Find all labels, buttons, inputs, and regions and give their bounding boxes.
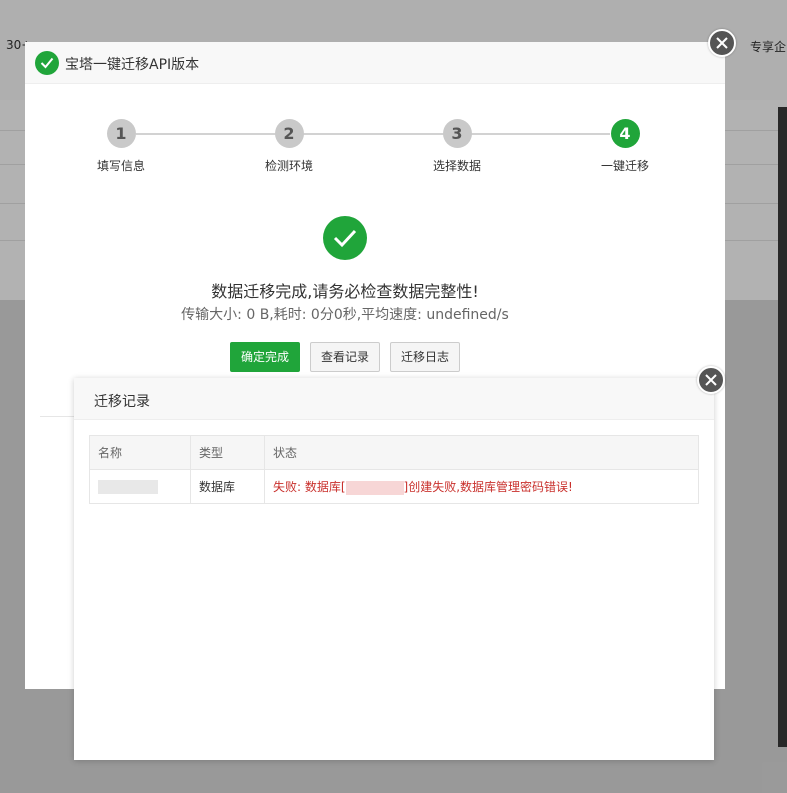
step-2: 2 检测环境 <box>239 119 339 174</box>
table-row: 数据库 失败: 数据库[ ]创建失败,数据库管理密码错误! <box>89 469 699 504</box>
column-header-status: 状态 <box>264 435 699 470</box>
dialog-title: 宝塔一键迁移API版本 <box>65 57 200 73</box>
completion-message: 数据迁移完成,请务必检查数据完整性! <box>211 282 479 301</box>
dialog-header: 宝塔一键迁移API版本 <box>25 42 725 84</box>
migration-record-dialog: 迁移记录 名称 类型 状态 数据库 失败: 数据库[ ]创建失败,数据库管理密码错… <box>74 378 714 760</box>
step-number: 4 <box>610 119 640 148</box>
step-indicator: 1 填写信息 2 检测环境 3 选择数据 4 一键迁移 <box>25 119 725 179</box>
status-text-prefix: 失败: 数据库[ <box>273 480 346 494</box>
step-number: 3 <box>442 119 472 148</box>
record-name-cell <box>89 469 191 504</box>
record-status-cell: 失败: 数据库[ ]创建失败,数据库管理密码错误! <box>264 469 699 504</box>
status-text-suffix: ]创建失败,数据库管理密码错误! <box>403 480 573 494</box>
close-icon[interactable] <box>697 366 725 394</box>
step-connector-line <box>136 133 610 135</box>
step-label: 选择数据 <box>432 159 481 173</box>
success-check-icon <box>323 216 367 260</box>
view-records-button[interactable]: 查看记录 <box>310 342 380 372</box>
record-table: 名称 类型 状态 数据库 失败: 数据库[ ]创建失败,数据库管理密码错误! <box>89 435 699 504</box>
record-type-cell: 数据库 <box>190 469 265 504</box>
redacted-name <box>98 479 158 494</box>
step-number: 1 <box>106 119 136 148</box>
confirm-button[interactable]: 确定完成 <box>230 342 300 372</box>
record-dialog-header: 迁移记录 <box>74 378 714 420</box>
redacted-database-name <box>345 480 404 495</box>
close-icon[interactable] <box>708 29 736 57</box>
column-header-name: 名称 <box>89 435 191 470</box>
step-3: 3 选择数据 <box>407 119 507 174</box>
step-4: 4 一键迁移 <box>575 119 675 174</box>
column-header-type: 类型 <box>190 435 265 470</box>
transfer-stats: 传输大小: 0 B,耗时: 0分0秒,平均速度: undefined/s <box>181 307 509 323</box>
step-label: 检测环境 <box>264 159 313 173</box>
step-label: 一键迁移 <box>600 159 649 173</box>
step-1: 1 填写信息 <box>71 119 171 174</box>
migration-log-button[interactable]: 迁移日志 <box>390 342 460 372</box>
step-number: 2 <box>274 119 304 148</box>
table-header-row: 名称 类型 状态 <box>89 435 699 470</box>
record-dialog-title: 迁移记录 <box>94 394 150 410</box>
check-icon <box>35 51 59 75</box>
step-label: 填写信息 <box>96 159 145 173</box>
